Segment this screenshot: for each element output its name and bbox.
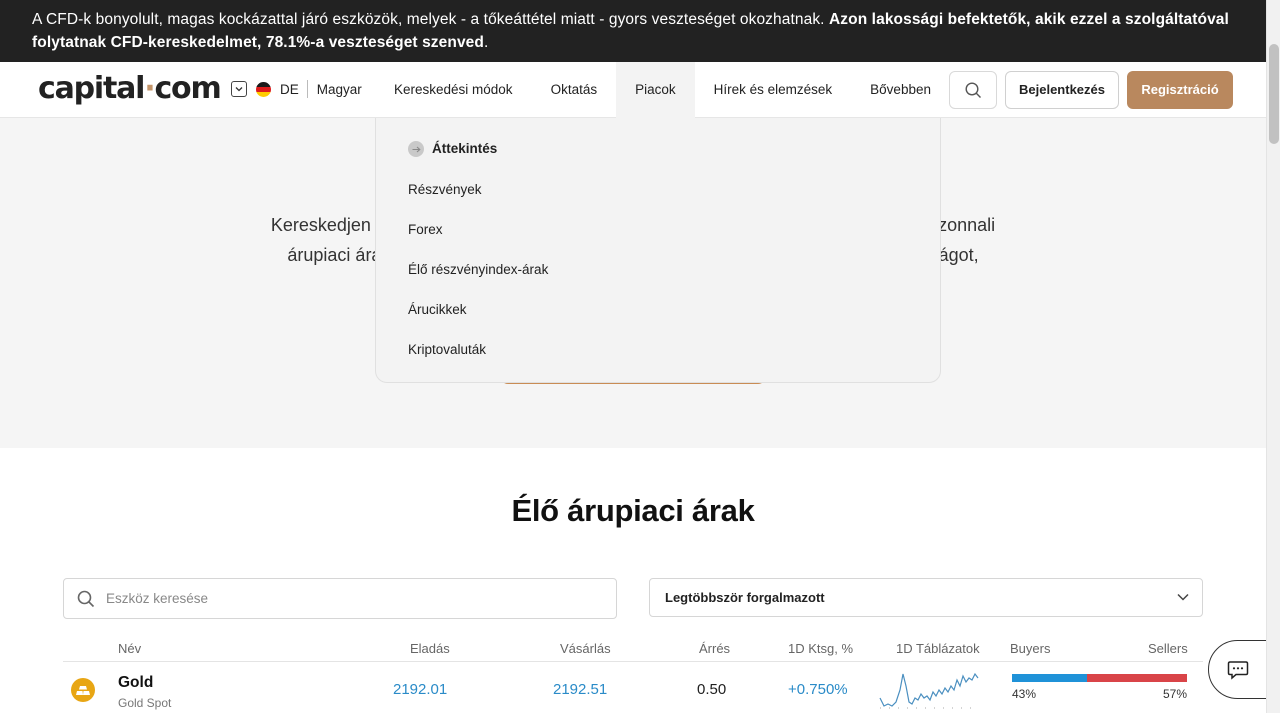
chevron-down-icon (1177, 593, 1189, 601)
logo-dot: · (144, 71, 155, 106)
menu-item-overview[interactable]: Áttekintés (408, 140, 940, 181)
change-value: +0.750% (788, 681, 848, 698)
language-label: Magyar (316, 81, 362, 97)
menu-item-label: Áttekintés (432, 141, 498, 156)
search-icon (964, 81, 981, 98)
warning-text: A CFD-k bonyolult, magas kockázattal jár… (32, 11, 825, 28)
chevron-down-icon (231, 81, 247, 97)
logo-main: capital (38, 71, 145, 106)
col-buyers: Buyers (1010, 641, 1051, 656)
live-prices-section: Élő árupiaci árak Legtöbbször forgalmazo… (0, 448, 1266, 713)
asset-name[interactable]: Gold (118, 674, 153, 692)
col-name[interactable]: Név (118, 641, 141, 656)
nav-news-analysis[interactable]: Hírek és elemzések (695, 62, 852, 118)
scrollbar-thumb[interactable] (1269, 44, 1279, 144)
col-sellers: Sellers (1148, 641, 1188, 656)
table-row[interactable]: Gold Gold Spot 2192.01 2192.51 0.50 +0.7… (63, 662, 1203, 713)
warning-text-end: . (483, 34, 489, 51)
page-scrollbar[interactable] (1266, 0, 1280, 713)
chat-widget-button[interactable] (1208, 640, 1270, 699)
divider (306, 80, 308, 98)
language-selector[interactable]: DE Magyar (231, 80, 362, 98)
nav-education[interactable]: Oktatás (532, 62, 617, 118)
germany-flag-icon (256, 81, 271, 97)
buyers-bar (1012, 674, 1087, 682)
capital-com-logo[interactable]: capital·com (38, 71, 222, 106)
col-buy[interactable]: Vásárlás (560, 641, 611, 656)
nav-markets[interactable]: Piacok (616, 62, 695, 118)
login-button[interactable]: Bejelentkezés (1005, 71, 1119, 109)
buy-price[interactable]: 2192.51 (553, 681, 607, 698)
sellers-bar (1087, 674, 1187, 682)
sellers-percent: 57% (1163, 687, 1188, 701)
nav-trading-modes[interactable]: Kereskedési módok (375, 62, 532, 118)
spread-value: 0.50 (697, 681, 727, 698)
sort-select[interactable]: Legtöbbször forgalmazott (649, 578, 1203, 617)
sell-price[interactable]: 2192.01 (393, 681, 447, 698)
page: A CFD-k bonyolult, magas kockázattal jár… (0, 0, 1280, 713)
menu-item-crypto[interactable]: Kriptovaluták (408, 341, 940, 381)
col-change[interactable]: 1D Ktsg, % (788, 641, 853, 656)
main-nav: Kereskedési módok Oktatás Piacok Hírek é… (375, 62, 950, 118)
menu-item-commodities[interactable]: Árucikkek (408, 301, 940, 341)
search-button[interactable] (949, 71, 997, 109)
risk-warning-banner: A CFD-k bonyolult, magas kockázattal jár… (0, 0, 1266, 62)
buyers-percent: 43% (1012, 687, 1037, 701)
table-header: Név Eladás Vásárlás Árrés 1D Ktsg, % 1D … (63, 640, 1203, 662)
col-spread[interactable]: Árrés (699, 641, 730, 656)
markets-dropdown-menu: Áttekintés Részvények Forex Élő részvény… (375, 118, 941, 383)
menu-item-indices[interactable]: Élő részvényindex-árak (408, 261, 940, 301)
sentiment-bar (1012, 674, 1187, 682)
asset-subtitle: Gold Spot (118, 696, 172, 710)
chat-icon (1227, 660, 1249, 680)
asset-search-input[interactable] (106, 579, 606, 618)
col-sell[interactable]: Eladás (410, 641, 450, 656)
logo-end: com (154, 71, 221, 106)
sparkline-chart (879, 672, 979, 709)
arrow-right-icon (408, 141, 424, 157)
sort-select-value: Legtöbbször forgalmazott (665, 590, 825, 605)
site-header: capital·com DE Magyar Kereskedési módok … (0, 62, 1266, 118)
menu-item-forex[interactable]: Forex (408, 221, 940, 261)
section-title: Élő árupiaci árak (511, 493, 755, 528)
nav-more[interactable]: Bővebben (851, 62, 950, 118)
country-code: DE (280, 81, 299, 97)
col-charts: 1D Táblázatok (896, 641, 980, 656)
asset-search-field[interactable] (63, 578, 617, 619)
register-button[interactable]: Regisztráció (1127, 71, 1233, 109)
menu-item-shares[interactable]: Részvények (408, 181, 940, 221)
gold-bars-icon (71, 678, 95, 702)
search-icon (77, 590, 95, 608)
